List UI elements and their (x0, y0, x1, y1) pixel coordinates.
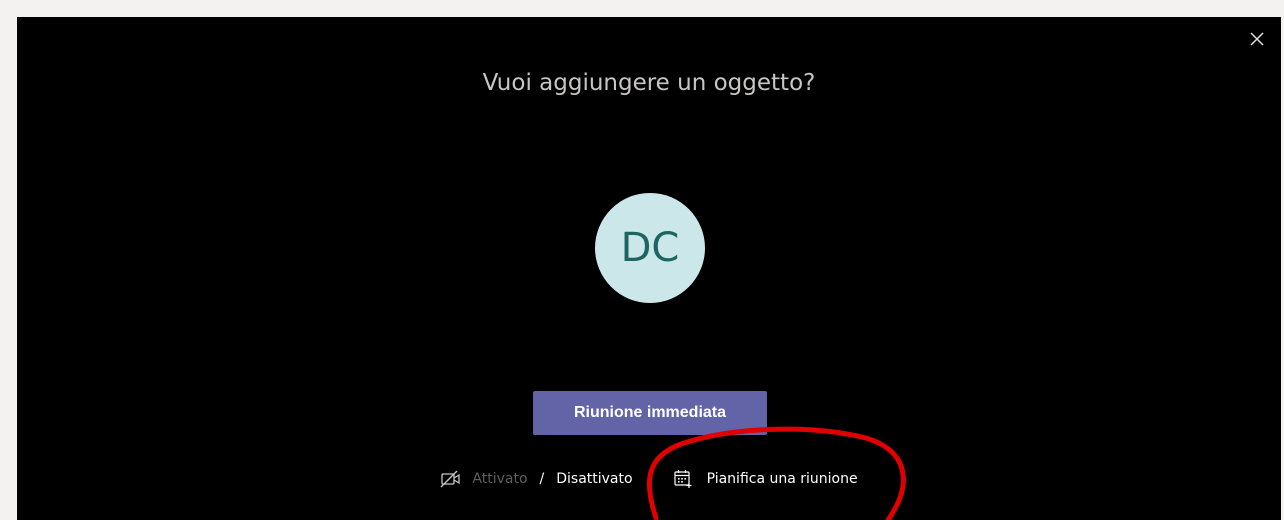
close-button[interactable] (1247, 29, 1267, 49)
avatar: DC (595, 193, 705, 303)
avatar-initials: DC (620, 225, 680, 271)
option-separator: / (539, 471, 545, 487)
video-off-option[interactable]: Disattivato (556, 471, 632, 487)
schedule-meeting-label: Pianifica una riunione (706, 471, 858, 487)
meet-now-button[interactable]: Riunione immediata (533, 391, 767, 435)
dialog-title: Vuoi aggiungere un oggetto? (482, 70, 816, 96)
video-off-icon (440, 470, 461, 488)
close-icon (1250, 32, 1264, 46)
video-toggle[interactable]: Attivato / Disattivato (440, 470, 633, 488)
meeting-options: Attivato / Disattivato Pianifica una riu… (17, 469, 1281, 489)
schedule-meeting-link[interactable]: Pianifica una riunione (673, 469, 858, 489)
video-on-option[interactable]: Attivato (472, 471, 527, 487)
meet-dialog: Vuoi aggiungere un oggetto? DC Riunione … (17, 17, 1281, 520)
calendar-add-icon (673, 470, 692, 488)
